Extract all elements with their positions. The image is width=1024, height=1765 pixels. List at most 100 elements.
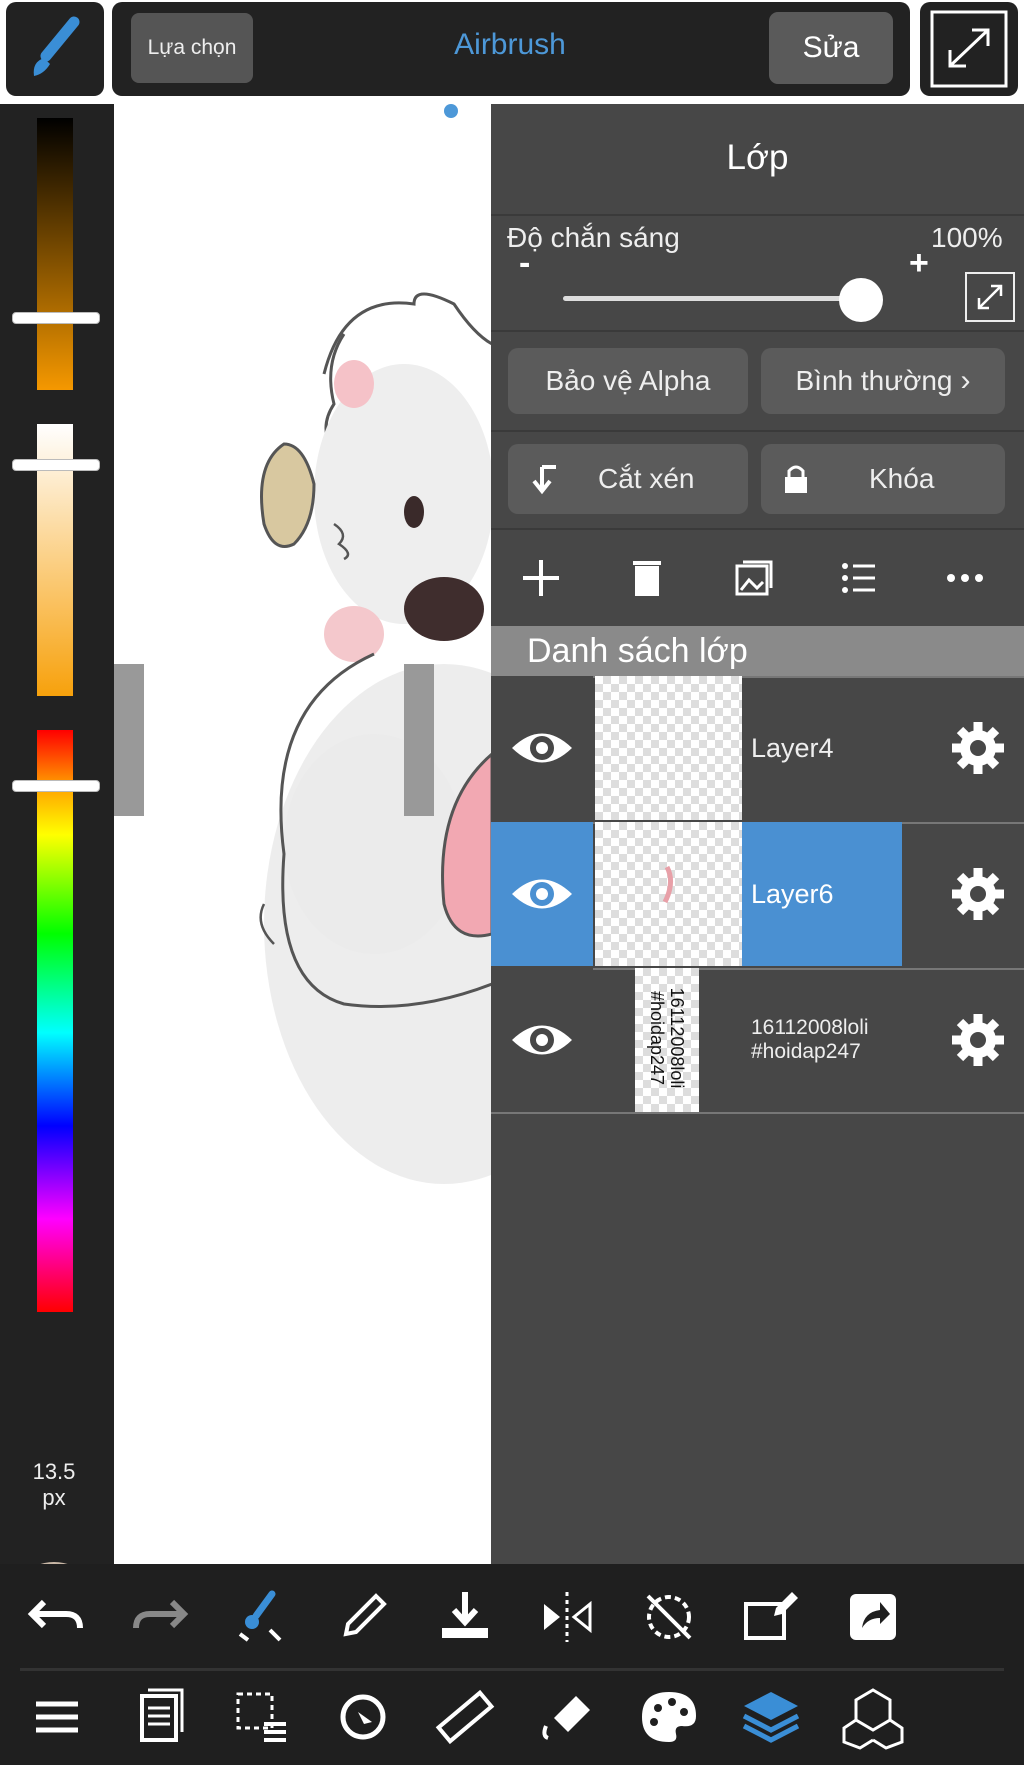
- layer-settings-button[interactable]: [931, 822, 1024, 966]
- right-drawer-handle[interactable]: [404, 664, 434, 816]
- transform-icon: [340, 1694, 386, 1740]
- layers-button[interactable]: [736, 1682, 806, 1752]
- clipping-button[interactable]: Cắt xén: [508, 444, 748, 514]
- blend-mode-label: Bình thường: [795, 365, 953, 396]
- more-options-button[interactable]: [943, 556, 987, 600]
- drawing-canvas[interactable]: [114, 104, 492, 1564]
- selection-button[interactable]: [226, 1682, 296, 1752]
- chevron-right-icon: ›: [960, 364, 971, 397]
- flip-icon: [544, 1592, 592, 1642]
- current-tool-name[interactable]: Airbrush: [380, 28, 640, 68]
- 3d-material-button[interactable]: [838, 1682, 908, 1752]
- redo-icon: [133, 1599, 189, 1629]
- layer-row-text[interactable]: 16112008loli #hoidap247 16112008loli #ho…: [491, 968, 1024, 1114]
- saturation-handle[interactable]: [12, 459, 100, 471]
- flip-button[interactable]: [532, 1582, 602, 1652]
- transform-button[interactable]: [328, 1682, 398, 1752]
- delete-layer-icon: [633, 561, 661, 596]
- layer-row-layer6[interactable]: Layer6: [491, 822, 1024, 968]
- layer-visibility-toggle[interactable]: [491, 968, 593, 1112]
- fill-icon: [542, 1696, 590, 1740]
- 3d-material-icon: [842, 1688, 904, 1750]
- brightness-slider[interactable]: [37, 118, 73, 390]
- palette-button[interactable]: [634, 1682, 704, 1752]
- layer-settings-button[interactable]: [931, 968, 1024, 1112]
- ruler-button[interactable]: [430, 1682, 500, 1752]
- layer-settings-button[interactable]: [931, 676, 1024, 820]
- layer-visibility-toggle[interactable]: [491, 822, 593, 966]
- brush-size-unit: px: [42, 1485, 66, 1510]
- layer-row-layer4[interactable]: Layer4: [491, 676, 1024, 822]
- opacity-value: 100%: [931, 222, 1003, 253]
- brightness-handle[interactable]: [12, 312, 100, 324]
- layer-name-line1: 16112008loli: [751, 1016, 869, 1039]
- undo-button[interactable]: [22, 1582, 92, 1652]
- layer-thumbnail: [595, 822, 742, 966]
- pages-icon: [140, 1688, 184, 1742]
- edit-button[interactable]: Sửa: [769, 12, 893, 84]
- clipping-label: Cắt xén: [598, 463, 695, 494]
- undo-icon: [27, 1599, 83, 1629]
- share-button[interactable]: [838, 1582, 908, 1652]
- layer-panel-title: Lớp: [726, 138, 789, 177]
- ruler-icon: [435, 1689, 495, 1745]
- gear-icon: [951, 868, 1004, 920]
- layer-image-button[interactable]: [731, 556, 775, 600]
- hue-slider[interactable]: [37, 730, 73, 1312]
- fill-button[interactable]: [532, 1682, 602, 1752]
- eye-icon: [512, 1025, 572, 1055]
- brush-tool-button[interactable]: [6, 2, 104, 96]
- layer-visibility-toggle[interactable]: [491, 676, 593, 820]
- fullscreen-button[interactable]: [920, 2, 1018, 96]
- lock-icon: [785, 465, 807, 493]
- layer-list-icon: [842, 563, 875, 593]
- alpha-protect-label: Bảo vệ Alpha: [545, 365, 711, 396]
- layer-name-line2: #hoidap247: [751, 1040, 861, 1063]
- layer-name: Layer6: [751, 878, 834, 909]
- more-icon: [947, 574, 983, 582]
- hue-handle[interactable]: [12, 780, 100, 792]
- rotate-reset-button[interactable]: [634, 1582, 704, 1652]
- brush-transform-button[interactable]: [226, 1582, 296, 1652]
- menu-icon: [36, 1701, 78, 1733]
- clipping-arrow-icon: [532, 465, 556, 495]
- lock-button[interactable]: Khóa: [761, 444, 1005, 514]
- bottom-toolbar: [0, 1564, 1024, 1765]
- brush-transform-icon: [238, 1590, 282, 1642]
- layer-opacity-knob[interactable]: [839, 278, 883, 322]
- menu-button[interactable]: [22, 1682, 92, 1752]
- layers-icon: [742, 1692, 800, 1743]
- eyedropper-icon: [343, 1593, 387, 1637]
- layer-opacity-slider[interactable]: [563, 296, 861, 301]
- opacity-increase-button[interactable]: +: [909, 244, 929, 283]
- alpha-protect-button[interactable]: Bảo vệ Alpha: [508, 348, 748, 414]
- share-icon: [850, 1594, 896, 1640]
- layer-name: Layer4: [751, 732, 834, 763]
- eye-icon: [512, 733, 572, 763]
- eye-icon: [512, 879, 572, 909]
- layer-list-header: Danh sách lớp: [491, 626, 1024, 676]
- left-drawer-handle[interactable]: [114, 664, 144, 816]
- thumb-text-line2: #hoidap247: [647, 990, 667, 1086]
- delete-layer-button[interactable]: [625, 556, 669, 600]
- add-layer-button[interactable]: [519, 556, 563, 600]
- selection-icon: [236, 1692, 286, 1742]
- edit-frame-button[interactable]: [736, 1582, 806, 1652]
- blend-mode-button[interactable]: Bình thường ›: [761, 348, 1005, 414]
- brush-size-display[interactable]: 13.5 px: [0, 1459, 108, 1511]
- pages-button[interactable]: [124, 1682, 194, 1752]
- redo-button[interactable]: [124, 1582, 194, 1652]
- opacity-decrease-button[interactable]: -: [519, 244, 530, 283]
- selection-button[interactable]: Lựa chọn: [131, 13, 253, 83]
- lock-label: Khóa: [869, 463, 935, 494]
- save-download-button[interactable]: [430, 1582, 500, 1652]
- layer-thumbnail: [595, 676, 742, 820]
- add-layer-icon: [523, 560, 559, 596]
- eyedropper-button[interactable]: [328, 1582, 398, 1652]
- layer-list-button[interactable]: [837, 556, 881, 600]
- opacity-expand-button[interactable]: [965, 272, 1015, 322]
- save-download-icon: [442, 1592, 488, 1638]
- expand-icon: [930, 10, 1008, 88]
- gear-icon: [951, 1014, 1004, 1066]
- layer-thumbnail: 16112008loli #hoidap247: [635, 968, 699, 1112]
